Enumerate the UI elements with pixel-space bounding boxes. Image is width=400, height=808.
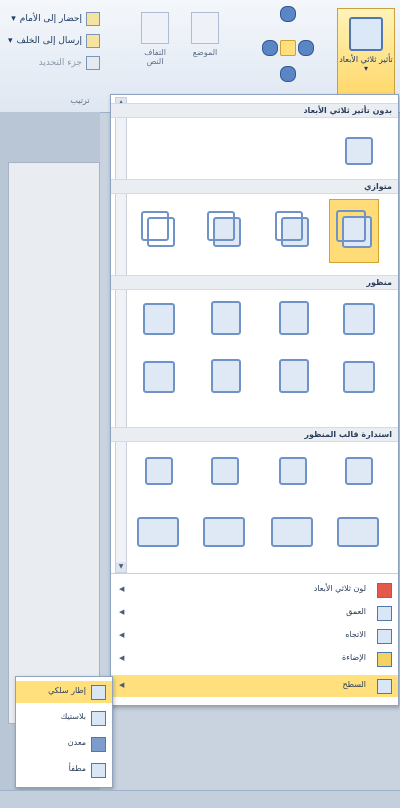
submenu-arrow-icon: ◀: [119, 608, 125, 616]
surface-wireframe[interactable]: إطار سلكي: [16, 681, 112, 703]
oblique-tile-7[interactable]: [197, 509, 251, 551]
perspective-tile-1[interactable]: [337, 295, 379, 337]
color-3d-icon: [377, 583, 392, 598]
menu-lighting[interactable]: الإضاءة ◀: [111, 648, 398, 670]
plastic-icon: [91, 711, 106, 726]
wrap-text-icon: [141, 12, 169, 44]
wireframe-icon: [91, 685, 106, 700]
oblique-tile-6[interactable]: [265, 509, 319, 551]
bring-forward-icon: [86, 12, 100, 26]
parallel-tile-4[interactable]: [137, 207, 179, 249]
perspective-tile-4[interactable]: [137, 295, 179, 337]
depth-icon: [377, 606, 392, 621]
oblique-tile-5[interactable]: [331, 509, 385, 551]
section-oblique: استدارة قالب المنظور: [111, 427, 398, 442]
nudge-up-icon[interactable]: [280, 6, 296, 22]
status-bar: [0, 790, 400, 808]
oblique-tile-3[interactable]: [203, 449, 245, 491]
menu-direction[interactable]: الاتجاه ◀: [111, 625, 398, 647]
surface-plastic[interactable]: بلاستيك: [16, 707, 112, 729]
gallery-scrollbar[interactable]: ▲ ▼: [115, 97, 127, 573]
3d-effects-gallery: ▲ ▼ بدون تأثير ثلاثي الأبعاد متوازي منظو…: [110, 94, 399, 706]
nudge-center-icon[interactable]: [280, 40, 296, 56]
perspective-tile-8[interactable]: [137, 353, 179, 395]
nudge-down-icon[interactable]: [280, 66, 296, 82]
divider: [111, 573, 398, 574]
nudge-controls: [262, 6, 314, 82]
oblique-tile-4[interactable]: [137, 449, 179, 491]
submenu-arrow-icon: ◀: [119, 681, 125, 689]
perspective-tile-3[interactable]: [203, 295, 245, 337]
section-parallel: متوازي: [111, 179, 398, 194]
submenu-arrow-icon: ◀: [119, 654, 125, 662]
document-page: [8, 162, 100, 724]
perspective-tile-7[interactable]: [203, 353, 245, 395]
direction-icon: [377, 629, 392, 644]
menu-3d-color[interactable]: لون ثلاثي الأبعاد ◀: [111, 579, 398, 601]
parallel-tile-3[interactable]: [203, 207, 245, 249]
position-icon: [191, 12, 219, 44]
selection-pane-icon: [86, 56, 100, 70]
nudge-left-icon[interactable]: [262, 40, 278, 56]
oblique-tile-2[interactable]: [271, 449, 313, 491]
submenu-arrow-icon: ◀: [119, 631, 125, 639]
perspective-tile-6[interactable]: [271, 353, 313, 395]
metal-icon: [91, 737, 106, 752]
lighting-icon: [377, 652, 392, 667]
send-backward-icon: [86, 34, 100, 48]
surface-submenu: إطار سلكي بلاستيك معدن مطفأ: [15, 676, 113, 788]
parallel-tile-1[interactable]: [329, 199, 379, 263]
3d-cube-icon: [349, 17, 383, 51]
group-label: ترتيب: [70, 96, 90, 105]
nudge-right-icon[interactable]: [298, 40, 314, 56]
section-no-3d: بدون تأثير ثلاثي الأبعاد: [111, 103, 398, 118]
perspective-tile-2[interactable]: [271, 295, 313, 337]
perspective-tile-5[interactable]: [337, 353, 379, 395]
3d-effects-button[interactable]: تأثير ثلاثي الأبعاد ▾: [337, 8, 395, 96]
surface-matte[interactable]: مطفأ: [16, 759, 112, 781]
position-button[interactable]: الموضع: [186, 10, 224, 82]
submenu-arrow-icon: ◀: [119, 585, 125, 593]
parallel-tile-2[interactable]: [271, 207, 313, 249]
scroll-down-icon[interactable]: ▼: [116, 562, 126, 572]
surface-metal[interactable]: معدن: [16, 733, 112, 755]
section-perspective: منظور: [111, 275, 398, 290]
menu-surface[interactable]: السطح ◀: [111, 675, 398, 697]
oblique-tile-8[interactable]: [131, 509, 185, 551]
send-backward-button[interactable]: إرسال إلى الخلف ▾: [8, 32, 100, 50]
oblique-tile-1[interactable]: [337, 449, 379, 491]
matte-icon: [91, 763, 106, 778]
menu-depth[interactable]: العمق ◀: [111, 602, 398, 624]
wrap-text-button[interactable]: التفاف النص: [136, 10, 174, 82]
selection-pane-button[interactable]: جزء التحديد: [39, 54, 100, 72]
surface-icon: [377, 679, 392, 694]
no-3d-effect-tile[interactable]: [337, 129, 379, 171]
bring-forward-button[interactable]: إحضار إلى الأمام ▾: [11, 10, 100, 28]
